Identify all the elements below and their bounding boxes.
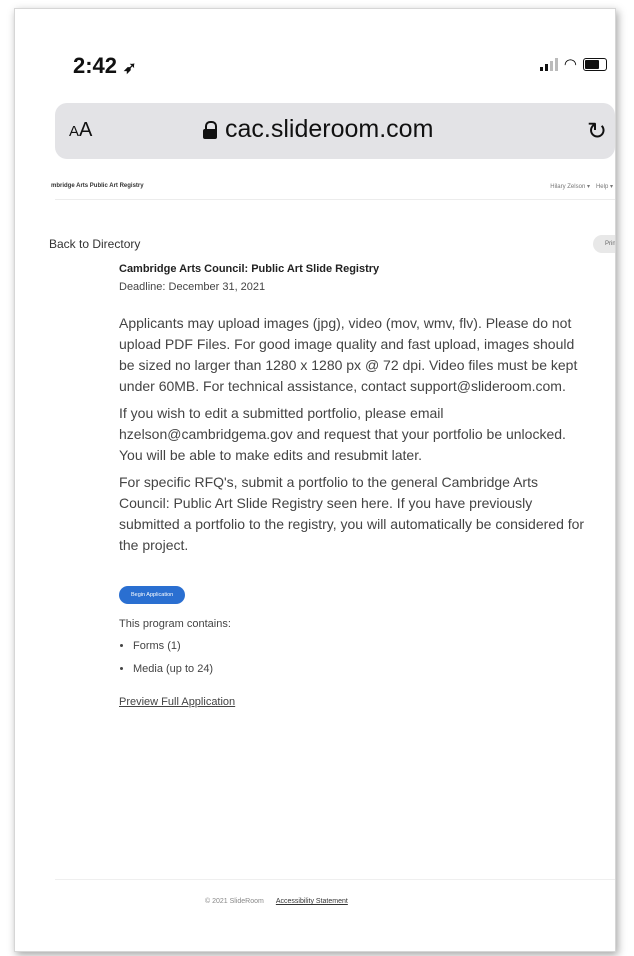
battery-icon [583,57,607,71]
user-menu[interactable]: Hilary Zelson ▾ [550,183,590,190]
reload-icon[interactable]: ↻ [587,117,607,146]
program-details: Cambridge Arts Council: Public Art Slide… [119,263,589,710]
list-item: Forms (1) [133,640,589,652]
preview-application-link[interactable]: Preview Full Application [119,696,235,708]
url-field[interactable]: cac.slideroom.com [203,115,433,144]
contains-label: This program contains: [119,618,231,630]
program-paragraph: Applicants may upload images (jpg), vide… [119,315,578,394]
print-button[interactable]: Print [593,235,615,253]
program-title: Cambridge Arts Council: Public Art Slide… [119,263,380,275]
list-item: Media (up to 24) [133,663,589,675]
begin-application-button[interactable]: Begin Application [119,586,186,604]
status-time: 2:42 ➶ [73,53,137,78]
page-footer: © 2021 SlideRoom Accessibility Statement [55,879,615,940]
help-menu[interactable]: Help ▾ [596,183,613,190]
back-to-directory-link[interactable]: Back to Directory [49,237,140,251]
program-contents-list: Forms (1) Media (up to 24) [119,640,589,675]
program-paragraph: If you wish to edit a submitted portfoli… [119,405,566,463]
wifi-icon: ◠ [563,56,577,73]
phone-screenshot-frame: 2:42 ➶ ◠ AA cac.slideroom.com ↻ mbridge … [14,8,616,952]
location-arrow-icon: ➶ [123,60,137,77]
signal-icon [539,57,558,71]
program-deadline: Deadline: December 31, 2021 [119,281,266,293]
lock-icon [203,120,217,139]
accessibility-link[interactable]: Accessibility Statement [276,898,348,905]
site-nav: Hilary Zelson ▾ Help ▾ [550,183,613,190]
copyright-text: © 2021 SlideRoom [205,898,264,905]
program-paragraph: For specific RFQ's, submit a portfolio t… [119,474,585,553]
site-title[interactable]: mbridge Arts Public Art Registry [51,183,144,189]
text-size-button[interactable]: AA [69,119,92,142]
status-icons: ◠ [539,55,607,73]
browser-address-bar[interactable]: AA cac.slideroom.com ↻ [55,103,615,159]
site-header: mbridge Arts Public Art Registry Hilary … [51,177,615,200]
